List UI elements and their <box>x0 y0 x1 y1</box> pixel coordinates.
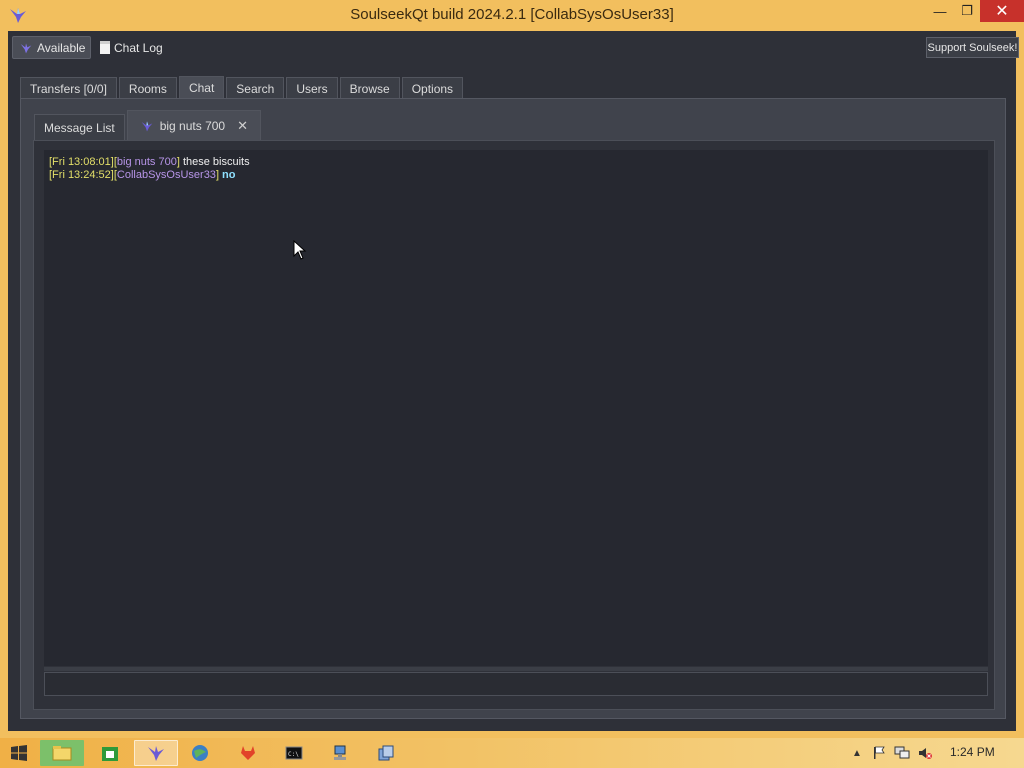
chat-log[interactable]: [Fri 13:08:01][big nuts 700] these biscu… <box>44 150 988 666</box>
system-tray: ▲ <box>852 738 932 768</box>
notepad-icon <box>100 41 110 54</box>
terminal-icon: C:\ <box>285 746 303 760</box>
chat-message-input[interactable] <box>44 672 988 696</box>
svg-text:C:\: C:\ <box>288 751 299 758</box>
chat-message: [Fri 13:08:01][big nuts 700] these biscu… <box>49 156 250 168</box>
chat-log-button[interactable]: Chat Log <box>100 36 163 59</box>
toolbar: Available Chat Log Support Soulseek! <box>8 31 1019 65</box>
support-soulseek-button[interactable]: Support Soulseek! <box>926 37 1019 58</box>
chat-tab-label: big nuts 700 <box>159 118 226 133</box>
tab-search[interactable]: Search <box>226 77 285 99</box>
browser-taskbar-button[interactable] <box>178 740 222 766</box>
tab-chat-big-nuts-700[interactable]: big nuts 700 ✕ <box>126 110 261 140</box>
network-icon[interactable] <box>894 746 910 760</box>
flag-icon[interactable] <box>872 746 886 760</box>
close-button[interactable]: ✕ <box>980 0 1024 22</box>
taskbar-clock[interactable]: 1:24 PM <box>950 745 995 759</box>
tab-chat[interactable]: Chat <box>178 76 225 99</box>
chat-sub-tab-bar: Message List big nuts 700 ✕ <box>34 110 261 140</box>
terminal-taskbar-button[interactable]: C:\ <box>272 740 316 766</box>
file-explorer-taskbar-button[interactable] <box>40 740 84 766</box>
fox-icon <box>241 746 255 760</box>
start-button[interactable] <box>0 738 38 768</box>
soulseek-bird-icon <box>148 746 164 761</box>
network-computer-icon <box>334 745 346 760</box>
folder-icon <box>52 746 72 761</box>
app-window: SoulseekQt build 2024.2.1 [CollabSysOsUs… <box>0 0 1024 738</box>
volume-muted-icon[interactable] <box>918 746 932 760</box>
soulseek-bird-icon <box>20 42 32 53</box>
message-text: these biscuits <box>179 156 250 168</box>
store-taskbar-button[interactable] <box>88 740 132 766</box>
tab-users[interactable]: Users <box>286 77 338 99</box>
store-icon <box>102 747 118 761</box>
message-nick[interactable]: big nuts 700 <box>117 156 177 168</box>
windows-logo-icon <box>11 745 27 761</box>
status-button[interactable]: Available <box>12 36 91 59</box>
client-area: Available Chat Log Support Soulseek! Tra… <box>8 31 1019 731</box>
network-taskbar-button[interactable] <box>318 740 362 766</box>
close-tab-icon[interactable]: ✕ <box>237 118 248 134</box>
globe-icon <box>192 745 208 761</box>
soulseek-taskbar-button[interactable] <box>134 740 178 766</box>
minimize-button[interactable]: — <box>926 0 954 22</box>
tab-transfers[interactable]: Transfers [0/0] <box>20 77 117 99</box>
chat-tab-panel: Message List big nuts 700 ✕ [Fri 13:08:0… <box>20 98 1006 719</box>
tab-browse[interactable]: Browse <box>339 77 400 99</box>
gitlab-taskbar-button[interactable] <box>226 740 270 766</box>
show-hidden-icons-icon[interactable]: ▲ <box>852 748 862 759</box>
splitter[interactable] <box>44 667 988 671</box>
chat-panel: [Fri 13:08:01][big nuts 700] these biscu… <box>33 140 995 710</box>
taskbar: C:\ ▲ 1:24 PM <box>0 738 1024 768</box>
tab-rooms[interactable]: Rooms <box>118 77 177 99</box>
tab-message-list[interactable]: Message List <box>34 114 125 140</box>
title-bar[interactable]: SoulseekQt build 2024.2.1 [CollabSysOsUs… <box>0 0 1024 31</box>
soulseek-bird-icon <box>141 120 153 131</box>
mouse-cursor-icon <box>293 240 307 260</box>
main-tab-bar: Transfers [0/0] Rooms Chat Search Users … <box>20 76 464 99</box>
message-text: no <box>219 169 236 181</box>
message-timestamp: [Fri 13:08:01] <box>49 156 114 168</box>
window-stack-icon <box>378 745 394 761</box>
maximize-button[interactable]: ❐ <box>954 0 980 22</box>
chat-log-label: Chat Log <box>114 40 163 55</box>
message-nick[interactable]: CollabSysOsUser33 <box>117 169 216 181</box>
window-title: SoulseekQt build 2024.2.1 [CollabSysOsUs… <box>350 6 674 23</box>
message-timestamp: [Fri 13:24:52] <box>49 169 114 181</box>
app-taskbar-button[interactable] <box>364 740 408 766</box>
tab-options[interactable]: Options <box>401 77 464 99</box>
chat-message: [Fri 13:24:52][CollabSysOsUser33] no <box>49 169 236 181</box>
status-label: Available <box>37 40 86 55</box>
